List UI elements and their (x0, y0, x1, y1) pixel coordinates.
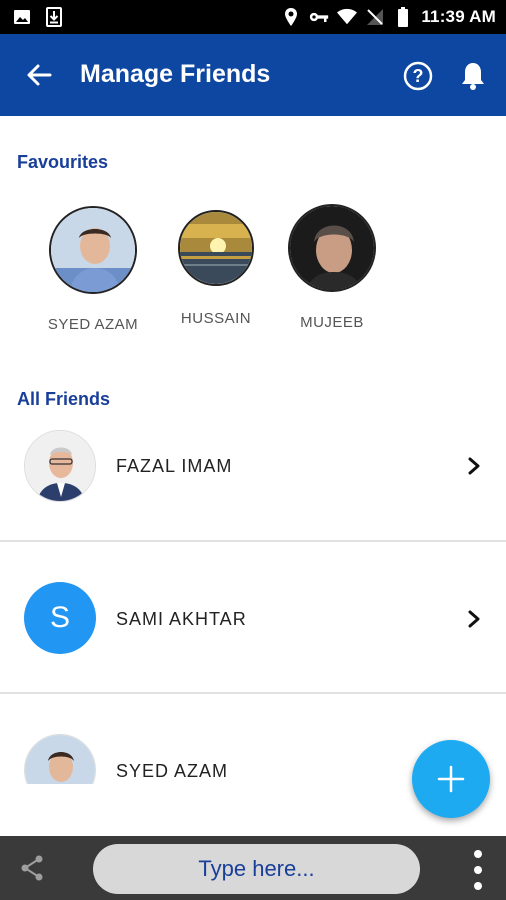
image-icon (12, 7, 32, 27)
all-friends-header: All Friends (17, 389, 111, 409)
avatar (288, 204, 376, 292)
avatar (49, 206, 137, 294)
app-bar: Manage Friends ? (0, 34, 506, 116)
favourite-name: SYED AZAM (47, 316, 139, 333)
favourite-item[interactable]: HUSSAIN (161, 206, 271, 327)
wifi-icon (337, 7, 358, 27)
favourite-item[interactable]: SYED AZAM (38, 206, 148, 333)
friend-name: SYED AZAM (116, 761, 229, 781)
add-friend-button[interactable] (412, 740, 490, 818)
divider (0, 540, 506, 542)
avatar (24, 734, 96, 784)
chevron-right-icon[interactable] (464, 609, 484, 629)
bottom-bar (0, 836, 506, 900)
location-icon (281, 7, 301, 27)
plus-icon (437, 765, 465, 793)
favourites-header: Favourites (17, 152, 109, 172)
download-icon (44, 7, 64, 27)
friend-row[interactable]: S SAMI AKHTAR (0, 582, 506, 734)
bell-icon[interactable] (455, 58, 491, 94)
message-input[interactable] (93, 844, 420, 894)
divider (0, 692, 506, 694)
share-icon[interactable] (18, 854, 46, 882)
chevron-right-icon[interactable] (464, 456, 484, 476)
friend-name: SAMI AKHTAR (116, 609, 247, 629)
avatar (24, 430, 96, 502)
help-icon[interactable]: ? (400, 58, 436, 94)
vpn-key-icon (309, 7, 329, 27)
back-arrow-icon[interactable] (22, 58, 56, 92)
battery-icon (393, 7, 413, 27)
favourite-name: HUSSAIN (180, 310, 252, 327)
favourite-item[interactable]: MUJEEB (277, 204, 387, 331)
avatar-initial: S (49, 601, 70, 634)
status-bar: 11:39 AM (0, 0, 506, 34)
avatar (178, 210, 254, 286)
avatar: S (24, 582, 96, 654)
more-vert-icon[interactable] (466, 850, 490, 890)
favourite-name: MUJEEB (300, 314, 364, 331)
page-title: Manage Friends (80, 60, 271, 88)
svg-text:?: ? (413, 66, 424, 86)
friend-row[interactable]: FAZAL IMAM (0, 428, 506, 580)
friend-name: FAZAL IMAM (116, 456, 233, 476)
status-time: 11:39 AM (421, 7, 496, 26)
no-signal-icon (365, 7, 385, 27)
